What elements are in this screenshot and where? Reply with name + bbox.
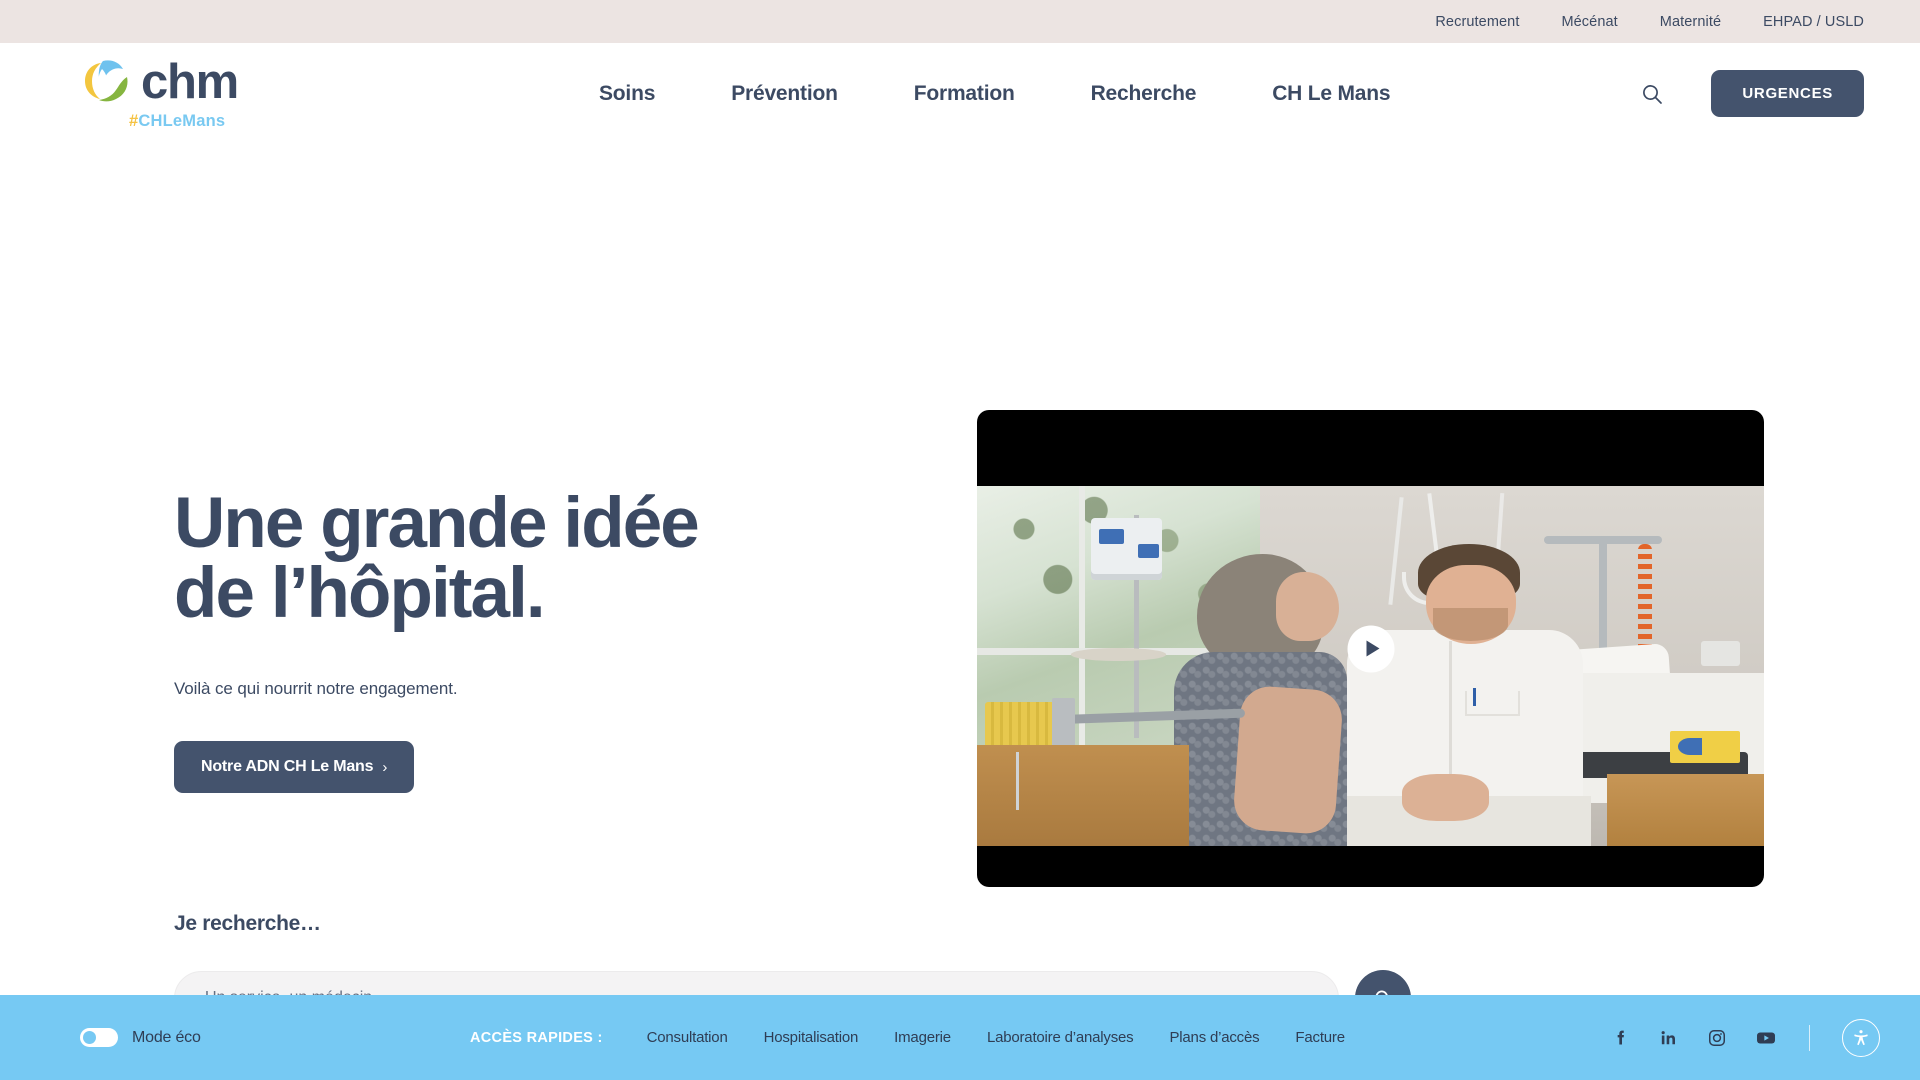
- instagram-icon[interactable]: [1707, 1028, 1727, 1048]
- nav-item-soins[interactable]: Soins: [599, 82, 655, 106]
- social-links: [1611, 1018, 1880, 1057]
- site-header: chm #CHLeMans Soins Prévention Formation…: [0, 43, 1920, 144]
- play-icon[interactable]: [1347, 625, 1394, 672]
- topbar-link-mecenat[interactable]: Mécénat: [1561, 14, 1617, 30]
- logo-wordmark: chm: [141, 54, 239, 109]
- quick-link-hospitalisation[interactable]: Hospitalisation: [764, 1029, 859, 1046]
- notre-adn-button[interactable]: Notre ADN CH Le Mans ›: [174, 741, 415, 793]
- chevron-right-icon: ›: [382, 758, 388, 776]
- urgences-button[interactable]: URGENCES: [1711, 70, 1864, 117]
- hero-subtitle: Voilà ce qui nourrit notre engagement.: [174, 679, 458, 698]
- linkedin-glyph-icon: [1661, 1030, 1675, 1044]
- youtube-glyph-icon: [1757, 1032, 1775, 1043]
- logo-hash: #: [129, 112, 139, 130]
- footer-divider: [1809, 1024, 1810, 1051]
- top-utility-bar: Recrutement Mécénat Maternité EHPAD / US…: [0, 0, 1920, 43]
- main-navigation: Soins Prévention Formation Recherche CH …: [350, 82, 1639, 106]
- accessibility-person-icon: [1854, 1029, 1868, 1045]
- accessibility-icon[interactable]: [1842, 1018, 1880, 1057]
- bottom-bar: Mode éco ACCÈS RAPIDES : Consultation Ho…: [0, 995, 1920, 1080]
- logo-tagline-text: CHLeMans: [138, 112, 226, 130]
- topbar-link-recrutement[interactable]: Recrutement: [1435, 14, 1519, 30]
- hero-section: Une grande idée de l’hôpital. Voilà ce q…: [0, 144, 1920, 1049]
- play-triangle-icon: [1366, 640, 1379, 657]
- eco-mode-toggle[interactable]: [80, 1028, 118, 1047]
- logo-row: chm: [80, 54, 239, 109]
- nav-item-ch-le-mans[interactable]: CH Le Mans: [1272, 82, 1390, 106]
- hero-title-line2: de l’hôpital.: [174, 554, 546, 634]
- facebook-glyph-icon: [1617, 1030, 1624, 1044]
- header-actions: URGENCES: [1639, 70, 1864, 117]
- quick-link-imagerie[interactable]: Imagerie: [894, 1029, 951, 1046]
- notre-adn-label: Notre ADN CH Le Mans: [201, 758, 374, 775]
- nav-item-formation[interactable]: Formation: [914, 82, 1015, 106]
- chm-logo-mark: [85, 60, 128, 102]
- quick-link-plans-acces[interactable]: Plans d’accès: [1169, 1029, 1259, 1046]
- search-icon[interactable]: [1639, 81, 1665, 107]
- eco-mode-group: Mode éco: [80, 1028, 470, 1047]
- eco-mode-label: Mode éco: [132, 1028, 201, 1046]
- quick-link-facture[interactable]: Facture: [1295, 1029, 1345, 1046]
- search-glass-icon: [1643, 84, 1663, 104]
- nav-item-recherche[interactable]: Recherche: [1091, 82, 1197, 106]
- nav-item-prevention[interactable]: Prévention: [731, 82, 838, 106]
- quick-access-title: ACCÈS RAPIDES :: [470, 1029, 603, 1046]
- quick-link-consultation[interactable]: Consultation: [647, 1029, 728, 1046]
- toggle-knob: [83, 1031, 96, 1044]
- quick-access-group: ACCÈS RAPIDES : Consultation Hospitalisa…: [470, 1029, 1345, 1046]
- video-player[interactable]: [977, 410, 1764, 887]
- logo-tagline: #CHLeMans: [129, 112, 225, 131]
- hero-title-line1: Une grande idée: [174, 484, 700, 563]
- facebook-icon[interactable]: [1611, 1028, 1631, 1048]
- search-section-heading: Je recherche…: [174, 912, 321, 935]
- linkedin-icon[interactable]: [1659, 1028, 1679, 1048]
- topbar-link-maternite[interactable]: Maternité: [1660, 14, 1721, 30]
- instagram-glyph-icon: [1708, 1029, 1725, 1046]
- logo[interactable]: chm #CHLeMans: [80, 56, 330, 131]
- youtube-icon[interactable]: [1755, 1027, 1777, 1049]
- topbar-link-ehpad-usld[interactable]: EHPAD / USLD: [1763, 14, 1864, 30]
- quick-link-laboratoire-analyses[interactable]: Laboratoire d’analyses: [987, 1029, 1134, 1046]
- page-title: Une grande idée de l’hôpital.: [174, 488, 700, 634]
